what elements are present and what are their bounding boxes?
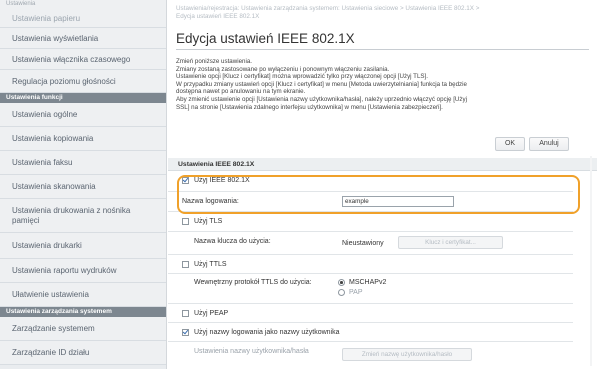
row-use-tls: Użyj TLS — [168, 212, 573, 232]
description-line: W przypadku zmiany ustawień opcji [Klucz… — [176, 80, 467, 88]
sidebar-item-top[interactable]: Ustawienia — [0, 0, 166, 9]
row-key-name: Nazwa klucza do użycia: Nieustawiony Klu… — [168, 232, 573, 255]
sidebar-item-paper[interactable]: Ustawienia papieru — [0, 9, 166, 28]
mschapv2-label: MSCHAPv2 — [349, 279, 387, 286]
breadcrumb: Ustawienia/rejestracja: Ustawienia zarzą… — [176, 5, 591, 21]
breadcrumb-line-1[interactable]: Ustawienia/rejestracja: Ustawienia zarzą… — [176, 5, 591, 13]
login-as-user-label: Użyj nazwy logowania jako nazwy użytkown… — [194, 329, 340, 336]
sidebar-item-printer[interactable]: Ustawienia drukarki — [0, 233, 166, 259]
highlight-frame — [177, 175, 580, 214]
use-ttls-label: Użyj TTLS — [194, 261, 227, 268]
row-ttls-protocol: Wewnętrzny protokół TTLS do użycia: MSCH… — [168, 274, 573, 304]
login-as-user-checkbox[interactable] — [182, 329, 189, 336]
sidebar-item-media-print[interactable]: Ustawienia drukowania z nośnika pamięci — [0, 199, 166, 233]
sidebar: Ustawienia Ustawienia papieru Ustawienia… — [0, 0, 167, 369]
sidebar-item-system-management[interactable]: Zarządzanie systemem — [0, 317, 166, 341]
key-name-label: Nazwa klucza do użycia: — [194, 238, 271, 245]
row-login-as-user: Użyj nazwy logowania jako nazwy użytkown… — [168, 323, 573, 342]
pap-radio[interactable] — [338, 289, 345, 296]
change-user-pass-button[interactable]: Zmień nazwę użytkownika/hasło — [342, 348, 472, 361]
use-tls-label: Użyj TLS — [194, 218, 223, 225]
scrollbar[interactable] — [590, 156, 592, 366]
sidebar-item-department-id[interactable]: Zarządzanie ID działu — [0, 341, 166, 365]
sidebar-item-volume[interactable]: Regulacja poziomu głośności — [0, 70, 166, 93]
use-peap-label: Użyj PEAP — [194, 310, 229, 317]
title-divider — [176, 49, 589, 50]
ok-button[interactable]: OK — [495, 137, 525, 151]
pap-label: PAP — [349, 289, 363, 296]
breadcrumb-line-2: Edycja ustawień IEEE 802.1X — [176, 13, 260, 20]
sidebar-item-display[interactable]: Ustawienia wyświetlania — [0, 28, 166, 49]
description: Zmień poniższe ustawienia. Zmiany zostan… — [176, 58, 588, 111]
key-cert-button[interactable]: Klucz i certyfikat... — [398, 236, 503, 249]
use-peap-checkbox[interactable] — [182, 310, 189, 317]
user-pass-label: Ustawienia nazwy użytkownika/hasła — [194, 348, 309, 355]
description-line: Ustawienie opcji [Klucz i certyfikat] mo… — [176, 73, 428, 81]
sidebar-item-report[interactable]: Ustawienia raportu wydruków — [0, 259, 166, 283]
description-line: SSL] na stronie [Ustawienia zdalnego int… — [176, 103, 443, 111]
cancel-button[interactable]: Anuluj — [529, 137, 569, 151]
sidebar-item-general[interactable]: Ustawienia ogólne — [0, 103, 166, 127]
use-ttls-checkbox[interactable] — [182, 261, 189, 268]
mschapv2-radio[interactable] — [338, 279, 345, 286]
description-line: Aby zmienić ustawienie opcji [Ustawienia… — [176, 95, 467, 103]
row-use-peap: Użyj PEAP — [168, 304, 573, 323]
sidebar-item-fax[interactable]: Ustawienia faksu — [0, 151, 166, 175]
sidebar-section-functions: Ustawienia funkcji — [0, 93, 166, 103]
description-line: dostępna nawet po anulowaniu na tym ekra… — [176, 88, 306, 96]
sidebar-item-scan[interactable]: Ustawienia skanowania — [0, 175, 166, 199]
description-line: Zmiany zostaną zastosowane po wyłączeniu… — [176, 65, 390, 73]
row-use-ttls: Użyj TTLS — [168, 255, 573, 274]
section-header-ieee: Ustawienia IEEE 802.1X — [168, 158, 597, 171]
key-name-value: Nieustawiony — [342, 240, 384, 247]
sidebar-item-accessibility[interactable]: Ułatwienie ustawienia — [0, 283, 166, 307]
sidebar-item-timer[interactable]: Ustawienia włącznika czasowego — [0, 49, 166, 70]
sidebar-item-copy[interactable]: Ustawienia kopiowania — [0, 127, 166, 151]
page-title: Edycja ustawień IEEE 802.1X — [176, 31, 355, 46]
ttls-protocol-label: Wewnętrzny protokół TTLS do użycia: — [194, 279, 312, 286]
sidebar-section-management: Ustawienia zarządzania systemem — [0, 307, 166, 317]
use-tls-checkbox[interactable] — [182, 218, 189, 225]
description-line: Zmień poniższe ustawienia. — [176, 58, 253, 65]
row-user-pass: Ustawienia nazwy użytkownika/hasła Zmień… — [168, 342, 573, 369]
